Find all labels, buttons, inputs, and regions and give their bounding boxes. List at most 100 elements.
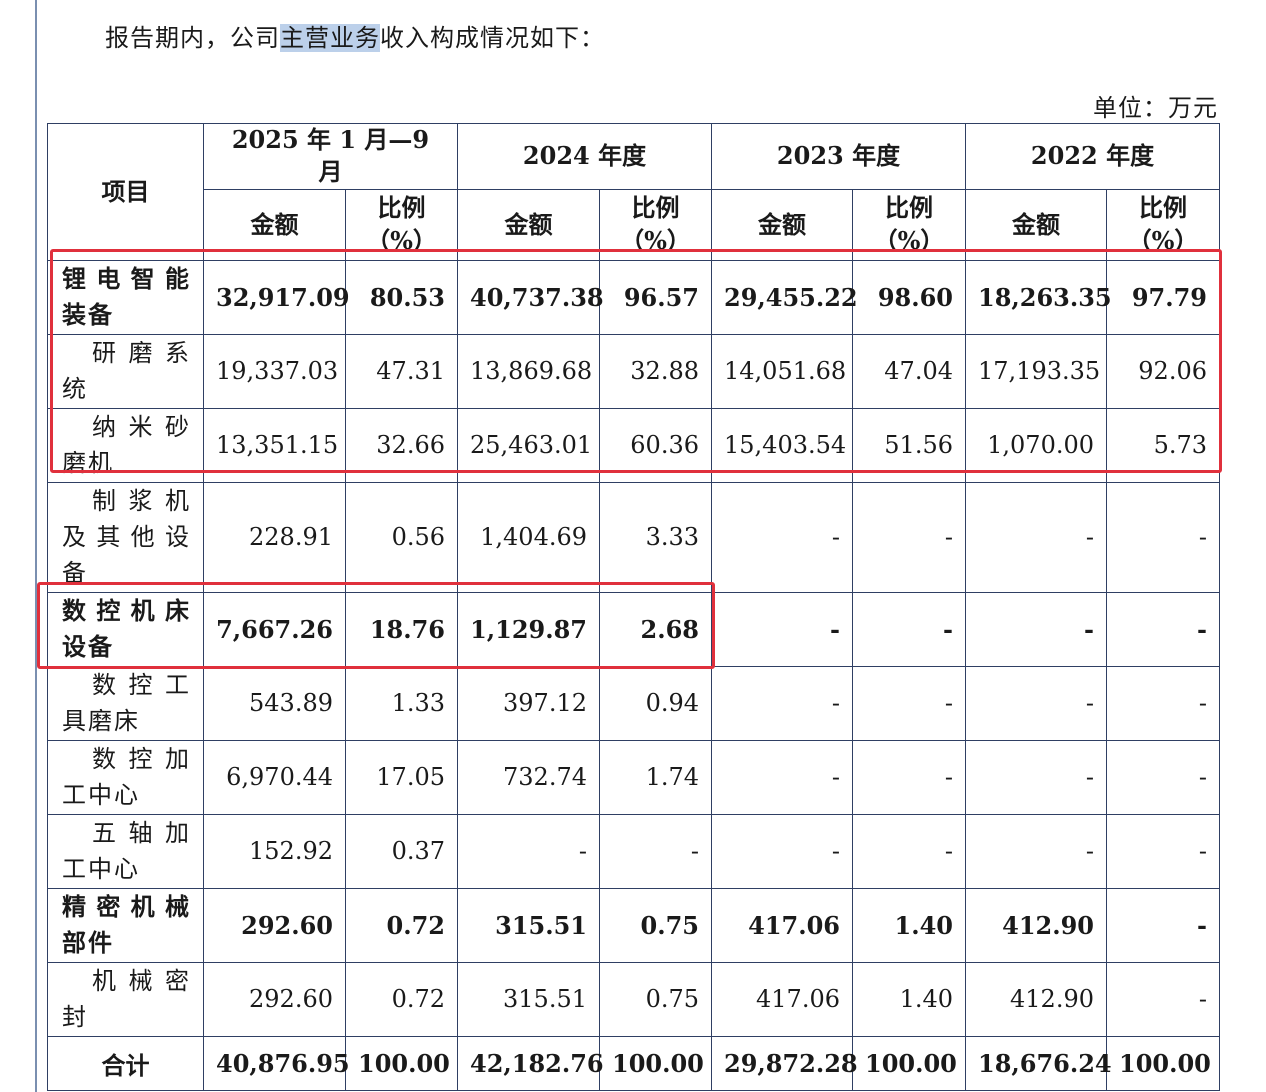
- amount-cell: -: [711, 739, 853, 815]
- intro-paragraph: 报告期内，公司主营业务收入构成情况如下：: [105, 18, 605, 53]
- table-row: 数控工具磨床 543.89 1.33 397.12 0.94- - - -: [47, 665, 1220, 741]
- row-item-name: 五轴加工中心: [47, 813, 204, 889]
- ratio-cell: 32.88: [599, 333, 712, 409]
- row-item-name: 机械密封: [47, 961, 204, 1037]
- period-header-2022: 2022 年度: [965, 123, 1220, 190]
- row-item-name: 数控工具磨床: [47, 665, 204, 741]
- ratio-cell: -: [1106, 481, 1220, 593]
- ratio-header: 比例（%）: [852, 188, 966, 261]
- total-ratio-cell: 100.00: [852, 1035, 966, 1091]
- ratio-cell: -: [1106, 961, 1220, 1037]
- amount-cell: 40,737.38: [457, 259, 604, 335]
- subheader-row: 金额 比例（%） 金额 比例（%） 金额 比例（%） 金额 比例（%）: [48, 188, 1220, 261]
- table-row: 数控加工中心 6,970.44 17.05 732.74 1.74- - - -: [47, 739, 1220, 815]
- item-header: 项目: [47, 123, 204, 261]
- period-header-2025: 2025 年 1 月—9 月: [203, 123, 458, 190]
- ratio-cell: -: [852, 665, 966, 741]
- table-body: 锂电智能装备 32,917.09 80.53 40,737.38 96.57 29,455…: [47, 259, 1220, 1091]
- ratio-cell: 0.75: [599, 887, 712, 963]
- ratio-cell: -: [1106, 665, 1220, 741]
- amount-cell: 543.89: [203, 665, 346, 741]
- amount-cell: 417.06: [711, 961, 853, 1037]
- intro-highlight[interactable]: 主营业务: [280, 24, 380, 52]
- amount-cell: 228.91: [203, 481, 346, 593]
- ratio-cell: 2.68: [599, 591, 712, 667]
- amount-cell: -: [965, 481, 1107, 593]
- total-amount-cell: 29,872.28: [711, 1035, 858, 1091]
- table-row: 锂电智能装备 32,917.09 80.53 40,737.38 96.57 29,455…: [47, 259, 1220, 335]
- amount-cell: 315.51: [457, 961, 600, 1037]
- ratio-cell: 1.40: [852, 961, 966, 1037]
- ratio-cell: 97.79: [1106, 259, 1220, 335]
- ratio-cell: 0.72: [345, 887, 458, 963]
- ratio-header: 比例（%）: [1106, 188, 1220, 261]
- total-ratio-cell: 100.00: [599, 1035, 712, 1091]
- total-amount-cell: 40,876.95: [203, 1035, 350, 1091]
- amount-cell: 1,070.00: [965, 407, 1107, 483]
- ratio-cell: -: [1106, 887, 1220, 963]
- ratio-cell: -: [1106, 591, 1220, 667]
- ratio-cell: -: [852, 591, 966, 667]
- amount-header: 金额: [203, 188, 346, 261]
- period-header-2024: 2024 年度: [457, 123, 712, 190]
- ratio-cell: 18.76: [345, 591, 458, 667]
- row-item-name: 研磨系统: [47, 333, 204, 409]
- ratio-cell: 60.36: [599, 407, 712, 483]
- amount-cell: 19,337.03: [203, 333, 346, 409]
- amount-cell: 13,869.68: [457, 333, 600, 409]
- amount-cell: 13,351.15: [203, 407, 346, 483]
- amount-cell: 412.90: [965, 961, 1107, 1037]
- ratio-cell: 1.74: [599, 739, 712, 815]
- amount-cell: 15,403.54: [711, 407, 853, 483]
- amount-cell: 315.51: [457, 887, 600, 963]
- amount-cell: 6,970.44: [203, 739, 346, 815]
- ratio-cell: 0.56: [345, 481, 458, 593]
- ratio-cell: 98.60: [852, 259, 966, 335]
- period-header-2023: 2023 年度: [711, 123, 966, 190]
- row-item-name: 数控机床设备: [47, 591, 204, 667]
- ratio-cell: 3.33: [599, 481, 712, 593]
- row-item-name: 数控加工中心: [47, 739, 204, 815]
- amount-cell: 397.12: [457, 665, 600, 741]
- amount-cell: 1,129.87: [457, 591, 600, 667]
- ratio-cell: 1.33: [345, 665, 458, 741]
- amount-header: 金额: [965, 188, 1107, 261]
- amount-cell: 292.60: [203, 887, 346, 963]
- amount-cell: 25,463.01: [457, 407, 600, 483]
- ratio-cell: 0.75: [599, 961, 712, 1037]
- total-label: 合计: [47, 1035, 204, 1091]
- ratio-cell: 32.66: [345, 407, 458, 483]
- amount-cell: -: [711, 665, 853, 741]
- amount-cell: 18,263.35: [965, 259, 1112, 335]
- table-row: 数控机床设备 7,667.26 18.76 1,129.87 2.68- - - -: [47, 591, 1220, 667]
- ratio-cell: 0.37: [345, 813, 458, 889]
- ratio-cell: 0.94: [599, 665, 712, 741]
- table-row: 研磨系统 19,337.03 47.31 13,869.68 32.88 14,051.6…: [47, 333, 1220, 409]
- intro-before: 报告期内，公司: [105, 24, 280, 52]
- amount-cell: 732.74: [457, 739, 600, 815]
- ratio-cell: 92.06: [1106, 333, 1220, 409]
- total-ratio-cell: 100.00: [345, 1035, 458, 1091]
- row-item-name: 锂电智能装备: [47, 259, 204, 335]
- amount-cell: -: [965, 739, 1107, 815]
- row-item-name: 精密机械部件: [47, 887, 204, 963]
- table-row: 纳米砂磨机 13,351.15 32.66 25,463.01 60.36 15,403.…: [47, 407, 1220, 483]
- total-ratio-cell: 100.00: [1106, 1035, 1220, 1091]
- row-item-name: 制浆机及其他设备: [47, 481, 204, 593]
- table-row: 精密机械部件 292.60 0.72 315.51 0.75 417.06 1.40 412.…: [47, 887, 1220, 963]
- amount-cell: -: [711, 813, 853, 889]
- amount-cell: -: [965, 591, 1107, 667]
- amount-header: 金额: [457, 188, 600, 261]
- ratio-cell: -: [1106, 813, 1220, 889]
- amount-cell: -: [965, 665, 1107, 741]
- amount-cell: 152.92: [203, 813, 346, 889]
- table-row: 五轴加工中心 152.92 0.37- - - - - -: [47, 813, 1220, 889]
- ratio-cell: 80.53: [345, 259, 458, 335]
- ratio-cell: -: [599, 813, 712, 889]
- ratio-cell: 1.40: [852, 887, 966, 963]
- amount-cell: 14,051.68: [711, 333, 853, 409]
- ratio-cell: -: [1106, 739, 1220, 815]
- total-amount-cell: 42,182.76: [457, 1035, 604, 1091]
- left-margin-rule: [35, 0, 37, 1092]
- ratio-cell: 17.05: [345, 739, 458, 815]
